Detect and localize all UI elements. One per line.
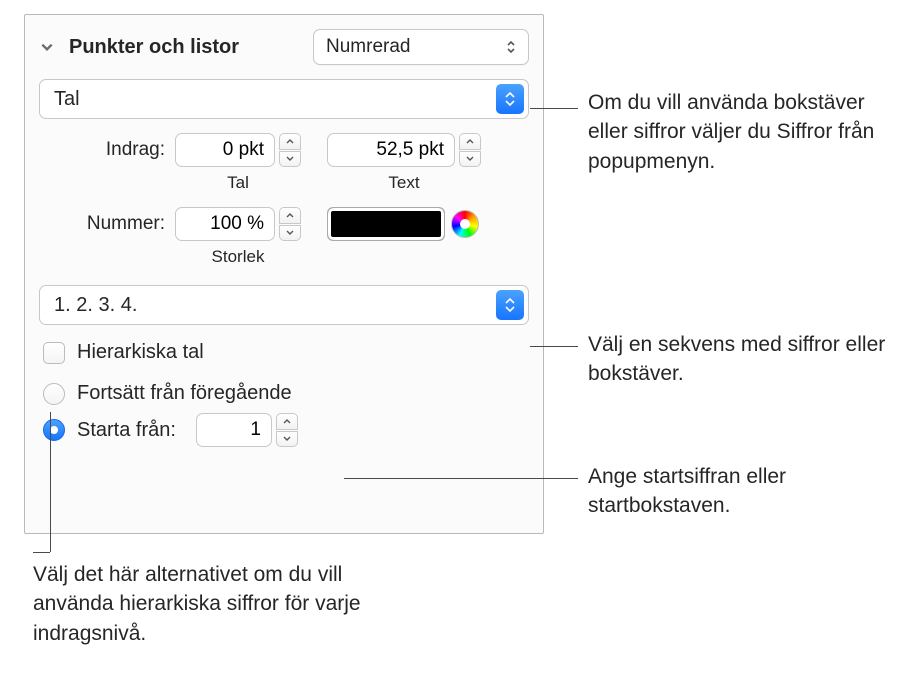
callout-leader-line: [33, 552, 50, 553]
start-from-label: Starta från:: [77, 419, 176, 442]
stepper-down-button[interactable]: [279, 151, 301, 168]
sequence-value: 1. 2. 3. 4.: [54, 294, 137, 317]
section-title: Punkter och listor: [69, 36, 239, 59]
continue-label: Fortsätt från föregående: [77, 382, 292, 405]
radio-icon: [43, 419, 65, 441]
indent-label: Indrag:: [39, 133, 175, 161]
number-color-group: [327, 207, 479, 241]
start-from-stepper[interactable]: [196, 413, 298, 447]
continue-option[interactable]: Fortsätt från föregående: [43, 382, 529, 405]
start-from-option[interactable]: Starta från:: [43, 413, 529, 447]
color-picker-button[interactable]: [451, 210, 479, 238]
stepper-up-button[interactable]: [276, 413, 298, 430]
stepper-down-button[interactable]: [279, 225, 301, 242]
stepper-down-button[interactable]: [459, 151, 481, 168]
indent-text-stepper[interactable]: [327, 133, 481, 167]
number-type-value: Tal: [54, 88, 80, 111]
stepper-down-button[interactable]: [276, 431, 298, 448]
stepper-up-button[interactable]: [459, 133, 481, 150]
checkbox-icon: [43, 342, 65, 364]
tiered-numbers-option[interactable]: Hierarkiska tal: [43, 341, 529, 364]
callout-text: Välj det här alternativet om du vill anv…: [33, 560, 393, 648]
number-label: Nummer:: [39, 207, 175, 235]
indent-text-group: Text: [327, 133, 481, 193]
number-size-sublabel: Storlek: [175, 247, 301, 267]
bullets-lists-panel: Punkter och listor Numrerad Tal Indrag:: [24, 14, 544, 534]
callout-text: Om du vill använda bokstäver eller siffr…: [588, 88, 888, 176]
tiered-numbers-label: Hierarkiska tal: [77, 341, 204, 364]
updown-chevron-icon: [500, 36, 522, 58]
disclosure-triangle-icon[interactable]: [39, 39, 55, 55]
number-row: Nummer: Storlek: [39, 207, 529, 267]
callout-text: Välj en sekvens med siffror eller bokstä…: [588, 330, 888, 389]
updown-chevron-icon: [496, 84, 524, 114]
indent-text-sublabel: Text: [327, 173, 481, 193]
callout-leader-line: [344, 478, 578, 479]
callout-leader-line: [50, 412, 51, 552]
number-type-popup[interactable]: Tal: [39, 79, 529, 119]
indent-number-stepper[interactable]: [175, 133, 301, 167]
stepper-up-button[interactable]: [279, 133, 301, 150]
indent-number-group: Tal: [175, 133, 301, 193]
number-size-stepper[interactable]: [175, 207, 301, 241]
sequence-popup[interactable]: 1. 2. 3. 4.: [39, 285, 529, 325]
number-size-input[interactable]: [175, 207, 275, 241]
list-style-popup[interactable]: Numrerad: [313, 29, 529, 65]
number-size-group: Storlek: [175, 207, 301, 267]
callout-leader-line: [530, 108, 578, 109]
radio-icon: [43, 383, 65, 405]
start-from-input[interactable]: [196, 413, 272, 447]
callout-text: Ange startsiffran eller startbokstaven.: [588, 462, 888, 521]
indent-number-sublabel: Tal: [175, 173, 301, 193]
callout-leader-line: [530, 346, 578, 347]
indent-number-input[interactable]: [175, 133, 275, 167]
section-header: Punkter och listor Numrerad: [39, 29, 529, 65]
number-color-well[interactable]: [327, 207, 445, 241]
indent-text-input[interactable]: [327, 133, 455, 167]
indent-row: Indrag: Tal Text: [39, 133, 529, 193]
list-style-value: Numrerad: [326, 36, 410, 58]
updown-chevron-icon: [496, 290, 524, 320]
stepper-up-button[interactable]: [279, 207, 301, 224]
